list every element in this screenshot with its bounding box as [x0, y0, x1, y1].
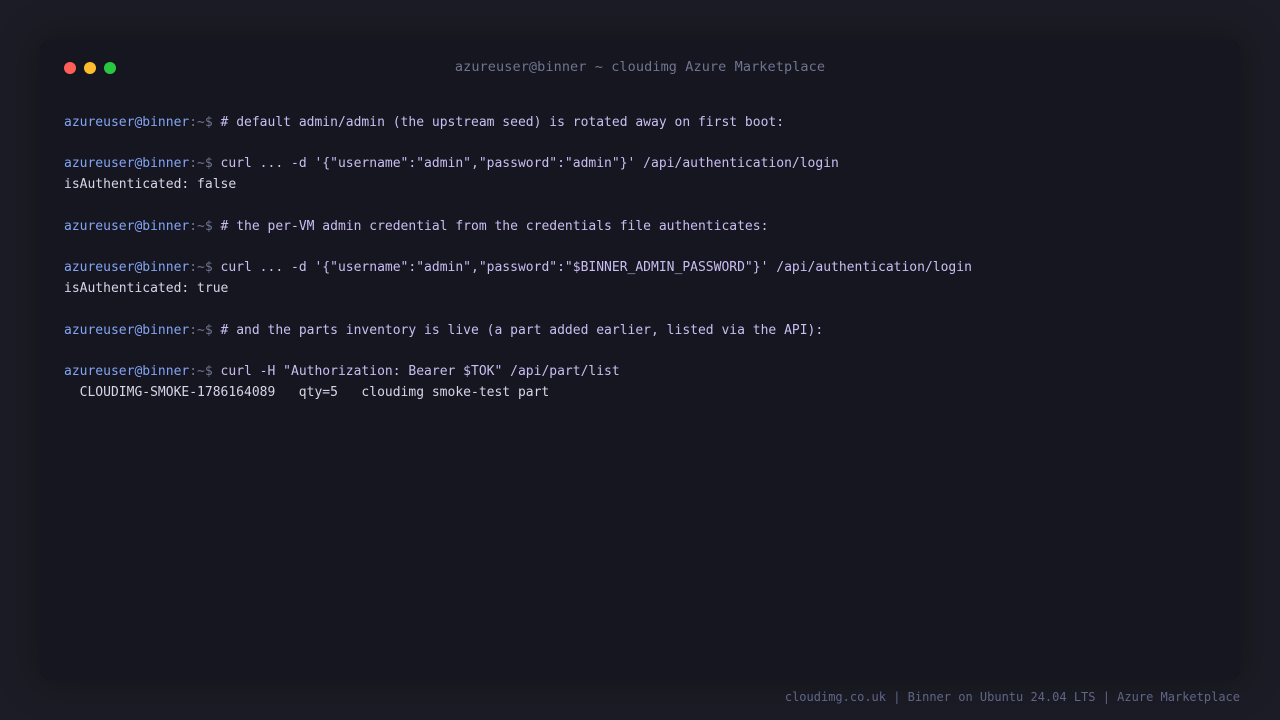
command-output: isAuthenticated: true: [64, 281, 229, 297]
prompt-path: :~$: [189, 156, 213, 172]
terminal-output[interactable]: azureuser@binner:~$ # default admin/admi…: [64, 92, 1224, 404]
prompt-path: :~$: [189, 322, 213, 338]
terminal-line: azureuser@binner:~$ curl ... -d '{"usern…: [64, 258, 1224, 279]
command-output: isAuthenticated: false: [64, 177, 237, 193]
terminal-line: azureuser@binner:~$ curl ... -d '{"usern…: [64, 154, 1224, 175]
command-text: curl -H "Authorization: Bearer $TOK" /ap…: [220, 364, 620, 380]
footer-caption: cloudimg.co.uk | Binner on Ubuntu 24.04 …: [784, 690, 1240, 704]
command-text: # and the parts inventory is live (a par…: [220, 322, 824, 338]
prompt-user-host: azureuser@binner: [64, 322, 190, 338]
prompt-user-host: azureuser@binner: [64, 260, 190, 276]
prompt-path: :~$: [189, 114, 213, 130]
prompt-path: :~$: [189, 218, 213, 234]
prompt-user-host: azureuser@binner: [64, 218, 190, 234]
command-text: # default admin/admin (the upstream seed…: [220, 114, 785, 130]
window-title: azureuser@binner ~ cloudimg Azure Market…: [454, 59, 826, 75]
command-text: curl ... -d '{"username":"admin","passwo…: [220, 156, 839, 172]
title-bar: azureuser@binner ~ cloudimg Azure Market…: [40, 40, 1240, 96]
terminal-line: azureuser@binner:~$ # the per-VM admin c…: [64, 217, 1224, 238]
prompt-user-host: azureuser@binner: [64, 156, 190, 172]
command-text: # the per-VM admin credential from the c…: [220, 218, 769, 234]
prompt-user-host: azureuser@binner: [64, 114, 190, 130]
terminal-line: azureuser@binner:~$ # and the parts inve…: [64, 321, 1224, 342]
command-text: curl ... -d '{"username":"admin","passwo…: [220, 260, 972, 276]
terminal-line: azureuser@binner:~$ curl -H "Authorizati…: [64, 362, 1224, 383]
prompt-path: :~$: [189, 260, 213, 276]
prompt-path: :~$: [189, 364, 213, 380]
command-output: CLOUDIMG-SMOKE-1786164089 qty=5 cloudimg…: [64, 385, 550, 401]
prompt-user-host: azureuser@binner: [64, 364, 190, 380]
terminal-window: azureuser@binner ~ cloudimg Azure Market…: [40, 40, 1240, 680]
terminal-line: azureuser@binner:~$ # default admin/admi…: [64, 113, 1224, 134]
